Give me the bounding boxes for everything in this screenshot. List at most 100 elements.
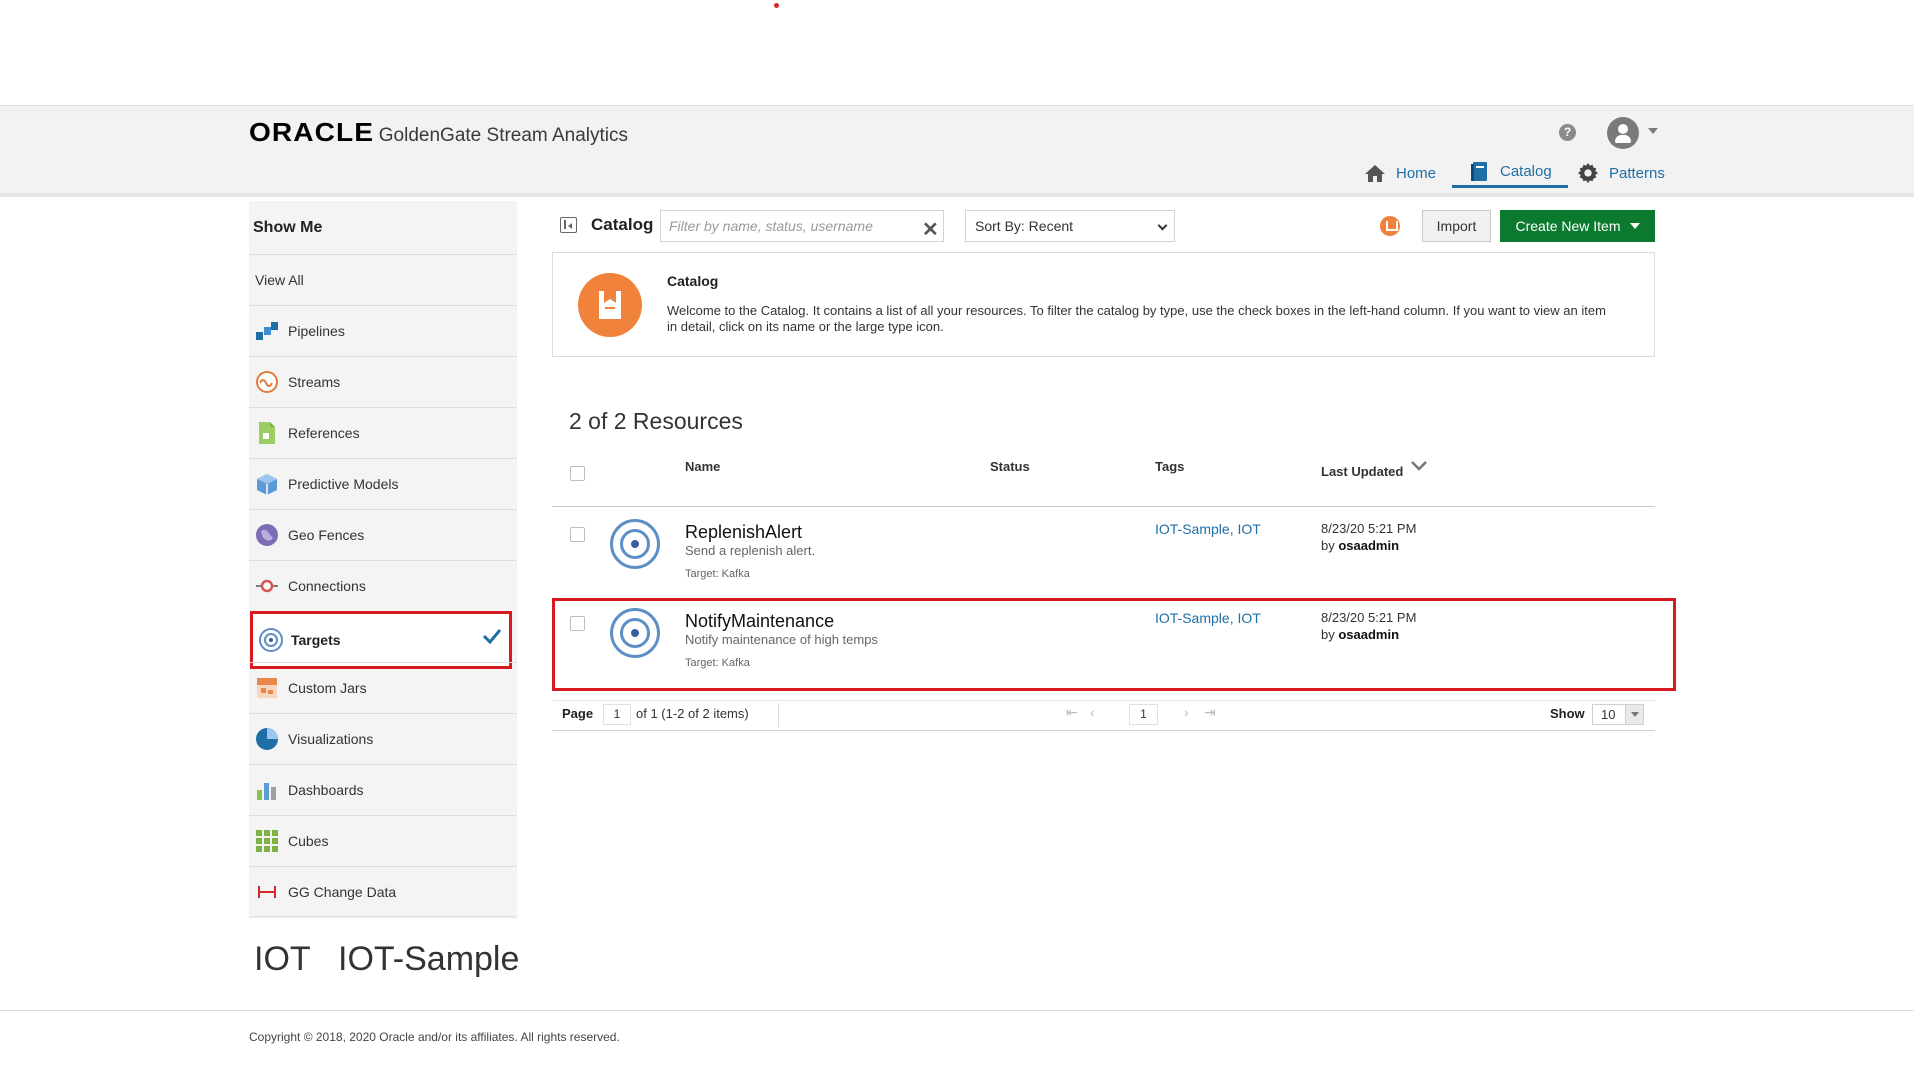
sidebar-item-label: Pipelines: [288, 323, 345, 339]
app-logo[interactable]: ORACLE GoldenGate Stream Analytics: [249, 117, 628, 148]
sidebar-item-label: Predictive Models: [288, 476, 399, 492]
predictive-models-icon: [254, 471, 280, 497]
tag-iot-sample[interactable]: IOT-Sample: [338, 940, 519, 979]
resource-count: 2 of 2 Resources: [569, 408, 743, 434]
resource-name-link[interactable]: NotifyMaintenance: [685, 611, 834, 632]
column-header-name[interactable]: Name: [685, 459, 720, 474]
create-new-item-button[interactable]: Create New Item: [1500, 210, 1655, 242]
sidebar-item-label: View All: [255, 272, 304, 288]
resource-last-updated: 8/23/20 5:21 PM: [1321, 521, 1417, 536]
page-label: Page: [562, 706, 594, 721]
page-size-select[interactable]: 10: [1592, 704, 1644, 725]
first-page-icon[interactable]: ⇤: [1066, 704, 1078, 721]
sidebar-item-label: Geo Fences: [288, 527, 365, 543]
oracle-logo: ORACLE: [249, 117, 375, 147]
product-name: GoldenGate Stream Analytics: [378, 125, 629, 146]
checkmark-icon: [482, 628, 502, 649]
sidebar-item-label: Dashboards: [288, 782, 364, 798]
column-header-tags[interactable]: Tags: [1155, 459, 1184, 474]
nav-home-label: Home: [1396, 164, 1437, 182]
target-type-icon[interactable]: [610, 608, 660, 658]
sidebar-item-label: Targets: [291, 632, 341, 648]
resource-target-type: Target: Kafka: [685, 568, 750, 580]
previous-page-icon[interactable]: ‹: [1090, 704, 1095, 720]
resource-last-updated: 8/23/20 5:21 PM: [1321, 610, 1417, 625]
user-avatar-icon[interactable]: [1607, 117, 1639, 149]
sidebar-item-cubes[interactable]: Cubes: [249, 815, 517, 866]
sidebar-item-label: Cubes: [288, 833, 329, 849]
references-icon: [254, 420, 280, 446]
resource-name-link[interactable]: ReplenishAlert: [685, 522, 802, 543]
nav-home[interactable]: Home: [1364, 158, 1436, 188]
sidebar-item-label: GG Change Data: [288, 883, 397, 900]
pager-top-divider: [552, 700, 1655, 701]
cubes-icon: [254, 828, 280, 854]
custom-jars-icon: [254, 675, 280, 701]
visualizations-icon: [254, 726, 280, 752]
row-checkbox[interactable]: [570, 616, 585, 631]
catalog-icon: [578, 273, 642, 337]
help-icon[interactable]: ?: [1559, 124, 1576, 141]
geo-fences-icon: [254, 522, 280, 548]
recording-indicator: [774, 3, 779, 8]
sidebar-item-pipelines[interactable]: Pipelines: [249, 305, 517, 356]
pipelines-icon: [254, 318, 280, 344]
page-of-text: of 1 (1-2 of 2 items): [636, 706, 749, 721]
table-row: ReplenishAlert Send a replenish alert. T…: [552, 507, 1655, 591]
nav-patterns[interactable]: Patterns: [1577, 158, 1665, 188]
show-label: Show: [1550, 706, 1585, 721]
targets-icon: [258, 627, 284, 658]
collapse-panel-icon[interactable]: [560, 217, 577, 233]
pager-separator: [778, 703, 779, 727]
resource-updated-by: by osaadmin: [1321, 627, 1400, 642]
page-number-input[interactable]: 1: [603, 704, 631, 725]
catalog-book-icon: [1468, 161, 1490, 183]
chevron-down-icon[interactable]: [1648, 128, 1658, 134]
target-type-icon[interactable]: [610, 519, 660, 569]
tag-iot[interactable]: IOT: [254, 940, 311, 979]
sort-select-value: Sort By: Recent: [975, 218, 1074, 234]
sort-select[interactable]: Sort By: Recent: [965, 210, 1175, 242]
sidebar-item-geo-fences[interactable]: Geo Fences: [249, 509, 517, 560]
sidebar-item-label: Visualizations: [288, 731, 374, 747]
select-all-checkbox[interactable]: [570, 466, 585, 481]
sidebar-item-label: Streams: [288, 374, 341, 390]
clear-filter-icon[interactable]: ✕: [922, 217, 939, 242]
sidebar-item-references[interactable]: References: [249, 407, 517, 458]
gear-icon: [1577, 162, 1599, 184]
streams-icon: [254, 369, 280, 395]
resource-tags-link[interactable]: IOT-Sample, IOT: [1155, 610, 1261, 626]
resource-tags-link[interactable]: IOT-Sample, IOT: [1155, 521, 1261, 537]
import-button[interactable]: Import: [1422, 210, 1491, 242]
column-header-last-updated[interactable]: Last Updated: [1321, 464, 1403, 479]
sidebar-item-view-all[interactable]: View All: [249, 254, 517, 305]
caret-down-icon: [1629, 223, 1640, 229]
copyright-text: Copyright © 2018, 2020 Oracle and/or its…: [249, 1030, 620, 1044]
last-page-icon[interactable]: ⇥: [1204, 704, 1216, 721]
sidebar-item-label: Connections: [288, 578, 366, 594]
sidebar-item-targets[interactable]: Targets: [250, 611, 512, 669]
catalog-title: Catalog: [591, 215, 654, 234]
table-row: NotifyMaintenance Notify maintenance of …: [552, 596, 1655, 688]
sidebar-item-connections[interactable]: Connections: [249, 560, 517, 611]
chevron-down-icon: [1625, 705, 1643, 724]
filter-input[interactable]: [660, 210, 944, 242]
next-page-icon[interactable]: ›: [1184, 704, 1189, 720]
sidebar-item-dashboards[interactable]: Dashboards: [249, 764, 517, 815]
sidebar-item-gg-change-data[interactable]: GG Change Data: [249, 866, 517, 917]
sidebar-item-label: Custom Jars: [288, 680, 367, 696]
sidebar-item-streams[interactable]: Streams: [249, 356, 517, 407]
sidebar-item-predictive-models[interactable]: Predictive Models: [249, 458, 517, 509]
sidebar-item-custom-jars[interactable]: Custom Jars: [249, 662, 517, 713]
column-header-status[interactable]: Status: [990, 459, 1030, 474]
sort-descending-icon[interactable]: [1410, 459, 1428, 478]
nav-catalog-label: Catalog: [1500, 163, 1552, 180]
sidebar-item-label: References: [288, 425, 360, 441]
nav-patterns-label: Patterns: [1609, 164, 1665, 182]
home-icon: [1364, 162, 1386, 184]
row-checkbox[interactable]: [570, 527, 585, 542]
nav-catalog[interactable]: Catalog: [1452, 158, 1568, 188]
current-page-button[interactable]: 1: [1129, 704, 1158, 725]
catalog-badge-icon[interactable]: [1380, 216, 1400, 236]
sidebar-item-visualizations[interactable]: Visualizations: [249, 713, 517, 764]
